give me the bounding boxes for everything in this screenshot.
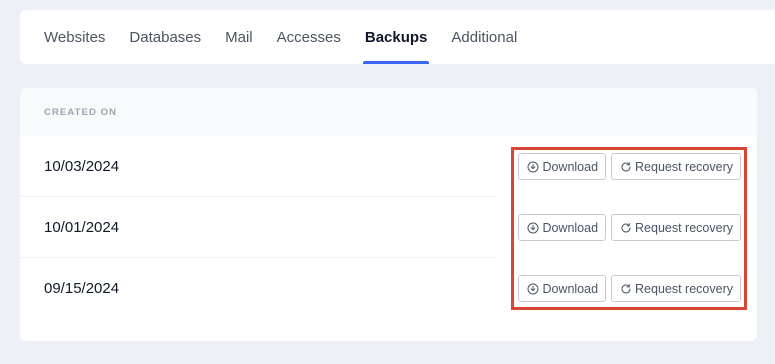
download-circle-icon [527,222,539,234]
backup-date: 09/15/2024 [44,280,120,297]
download-button[interactable]: Download [518,153,607,180]
request-recovery-label: Request recovery [635,220,733,235]
tab-backups[interactable]: Backups [353,10,440,64]
download-label: Download [542,159,599,174]
tab-additional[interactable]: Additional [439,10,529,64]
tabs-bar: Websites Databases Mail Accesses Backups… [20,10,775,64]
refresh-icon [620,283,632,295]
request-recovery-button[interactable]: Request recovery [611,275,741,302]
tab-mail[interactable]: Mail [213,10,265,64]
row-actions: Download Request recovery [518,136,741,197]
refresh-icon [620,222,632,234]
backups-table: CREATED ON 10/03/2024 Download Request r… [20,88,757,341]
table-row: 09/15/2024 Download Request recovery [20,258,757,319]
download-circle-icon [527,283,539,295]
request-recovery-button[interactable]: Request recovery [611,153,741,180]
request-recovery-label: Request recovery [635,281,733,296]
backup-date: 10/03/2024 [44,158,120,175]
table-row: 10/01/2024 Download Request recovery [20,197,757,258]
download-circle-icon [527,161,539,173]
tab-list: Websites Databases Mail Accesses Backups… [44,10,529,64]
row-actions: Download Request recovery [518,258,741,319]
tab-accesses[interactable]: Accesses [265,10,353,64]
download-button[interactable]: Download [518,275,607,302]
download-label: Download [542,220,599,235]
table-header: CREATED ON [20,88,757,136]
created-on-column-header: CREATED ON [44,106,118,118]
row-actions: Download Request recovery [518,197,741,258]
backup-date: 10/01/2024 [44,219,120,236]
download-button[interactable]: Download [518,214,607,241]
tab-databases[interactable]: Databases [117,10,213,64]
request-recovery-button[interactable]: Request recovery [611,214,741,241]
table-row: 10/03/2024 Download Request recovery [20,136,757,197]
refresh-icon [620,161,632,173]
download-label: Download [542,281,599,296]
tab-websites[interactable]: Websites [44,10,117,64]
request-recovery-label: Request recovery [635,159,733,174]
